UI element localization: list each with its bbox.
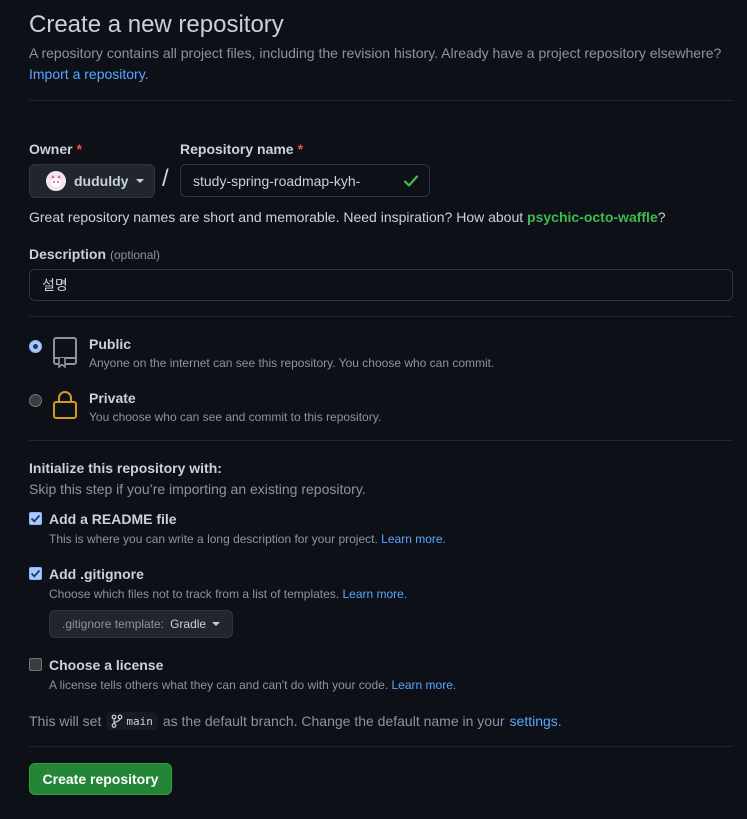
git-branch-icon — [111, 714, 123, 728]
branch-prefix: This will set — [29, 713, 102, 729]
lock-icon — [52, 389, 78, 424]
readme-learn-more-link[interactable]: Learn more. — [381, 532, 446, 546]
public-radio[interactable] — [29, 340, 42, 353]
private-desc: You choose who can see and commit to thi… — [89, 410, 382, 424]
gitignore-checkbox[interactable] — [29, 567, 42, 580]
description-label-text: Description — [29, 246, 107, 262]
chevron-down-icon — [212, 622, 221, 626]
repo-name-label-text: Repository name — [180, 141, 294, 157]
public-desc: Anyone on the internet can see this repo… — [89, 356, 495, 370]
description-value: 설명 — [42, 277, 68, 293]
divider — [29, 316, 733, 317]
branch-suffix: . — [557, 713, 562, 729]
branch-name: main — [126, 714, 153, 728]
license-checkbox[interactable] — [29, 658, 42, 671]
owner-repo-separator: / — [162, 165, 169, 192]
description-input[interactable]: 설명 — [29, 269, 733, 301]
public-title: Public — [89, 336, 132, 352]
gitignore-template-value: Gradle — [170, 617, 207, 631]
avatar — [46, 171, 66, 191]
license-desc-text: A license tells others what they can and… — [49, 678, 389, 692]
repo-name-hint: Great repository names are short and mem… — [29, 209, 666, 225]
readme-desc-text: This is where you can write a long descr… — [49, 532, 378, 546]
description-label: Description (optional) — [29, 246, 160, 262]
divider — [29, 746, 733, 747]
repo-name-label: Repository name * — [180, 141, 303, 157]
required-mark: * — [76, 141, 83, 157]
branch-middle-text: as the default branch. Change the defaul… — [162, 713, 505, 729]
required-mark: * — [297, 141, 304, 157]
owner-name: duduldy — [74, 173, 129, 189]
private-title: Private — [89, 390, 136, 406]
default-branch-note: This will set main as the default branch… — [29, 712, 562, 730]
init-subtitle: Skip this step if you’re importing an ex… — [29, 481, 366, 497]
check-icon — [403, 173, 419, 192]
readme-title: Add a README file — [49, 511, 177, 527]
owner-dropdown[interactable]: duduldy — [29, 164, 155, 198]
gitignore-learn-more-link[interactable]: Learn more. — [342, 587, 407, 601]
repo-icon — [52, 336, 78, 371]
private-radio[interactable] — [29, 394, 42, 407]
gitignore-desc: Choose which files not to track from a l… — [49, 587, 407, 601]
optional-tag: (optional) — [110, 248, 161, 262]
owner-label: Owner * — [29, 141, 82, 157]
page-title: Create a new repository — [29, 11, 284, 38]
create-repository-button[interactable]: Create repository — [29, 763, 172, 795]
chevron-down-icon — [136, 179, 145, 183]
license-desc: A license tells others what they can and… — [49, 678, 456, 692]
hint-suffix: ? — [657, 209, 666, 225]
divider — [29, 440, 733, 441]
create-repo-page: Create a new repository A repository con… — [0, 0, 747, 819]
checkmark-icon — [30, 569, 41, 578]
license-learn-more-link[interactable]: Learn more. — [392, 678, 457, 692]
license-title: Choose a license — [49, 657, 164, 673]
gitignore-template-dropdown[interactable]: .gitignore template: Gradle — [49, 610, 233, 638]
owner-label-text: Owner — [29, 141, 73, 157]
import-repository-link[interactable]: Import a repository. — [29, 66, 149, 82]
repo-name-value: study-spring-roadmap-kyh- — [193, 172, 361, 189]
readme-checkbox[interactable] — [29, 512, 42, 525]
init-title: Initialize this repository with: — [29, 460, 222, 476]
checkmark-icon — [30, 514, 41, 523]
divider — [29, 100, 733, 101]
repo-name-input[interactable]: study-spring-roadmap-kyh- — [180, 164, 430, 197]
gitignore-template-label: .gitignore template: — [62, 617, 165, 631]
hint-text: Great repository names are short and mem… — [29, 209, 528, 225]
branch-chip: main — [106, 712, 158, 730]
settings-link[interactable]: settings — [510, 713, 558, 729]
gitignore-title: Add .gitignore — [49, 566, 144, 582]
readme-desc: This is where you can write a long descr… — [49, 532, 446, 546]
gitignore-desc-text: Choose which files not to track from a l… — [49, 587, 340, 601]
name-suggestion-link[interactable]: psychic-octo-waffle — [527, 209, 658, 225]
page-subtitle: A repository contains all project files,… — [29, 45, 722, 61]
